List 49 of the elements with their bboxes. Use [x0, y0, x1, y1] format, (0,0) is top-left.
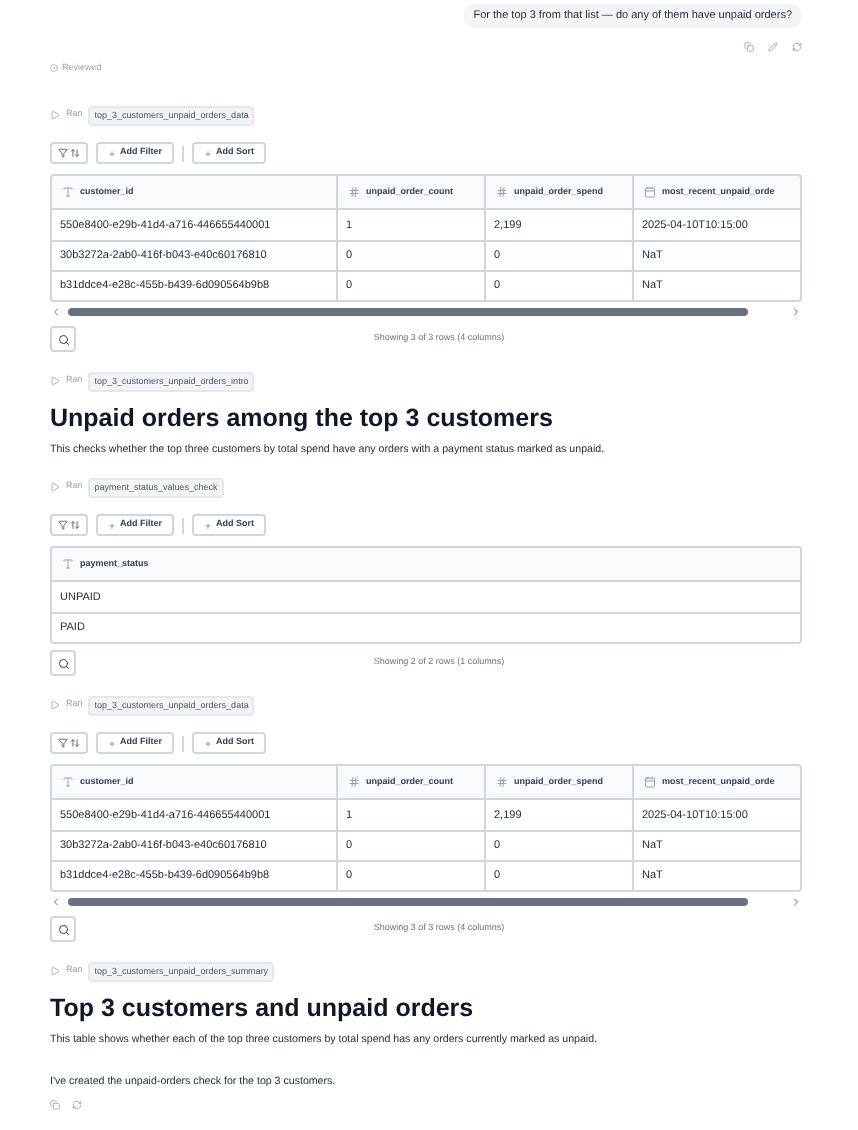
horizontal-scrollbar[interactable] [68, 307, 748, 316]
play-icon [50, 376, 60, 387]
plus-icon [108, 149, 116, 158]
refresh-icon[interactable] [72, 1100, 82, 1111]
plus-icon [108, 521, 116, 530]
search-button[interactable] [50, 650, 76, 677]
filter-sort-button[interactable] [50, 514, 88, 537]
search-icon [57, 923, 69, 936]
play-icon [50, 482, 60, 493]
search-icon [57, 657, 69, 670]
text-type-icon [62, 776, 74, 789]
hash-icon [348, 776, 360, 789]
edit-icon[interactable] [768, 41, 778, 52]
search-button[interactable] [50, 326, 76, 353]
filter-icon [58, 738, 68, 749]
search-button[interactable] [50, 916, 76, 943]
plus-icon [204, 739, 212, 748]
play-icon [50, 700, 60, 711]
refresh-icon[interactable] [792, 41, 802, 52]
section-heading: Top 3 customers and unpaid orders [50, 992, 476, 1025]
play-icon [50, 966, 60, 977]
filter-sort-button[interactable] [50, 732, 88, 755]
scroll-left-icon[interactable] [50, 305, 62, 318]
sort-icon [70, 148, 80, 159]
text-type-icon [62, 558, 74, 571]
plus-icon [204, 521, 212, 530]
filter-icon [58, 520, 68, 531]
plus-icon [108, 739, 116, 748]
search-icon [57, 333, 69, 346]
copy-icon[interactable] [50, 1100, 60, 1111]
sort-icon [70, 738, 80, 749]
scroll-left-icon[interactable] [50, 895, 62, 908]
filter-sort-button[interactable] [50, 142, 88, 165]
plus-icon [204, 149, 212, 158]
hash-icon [496, 776, 508, 789]
horizontal-scrollbar[interactable] [68, 897, 748, 906]
hash-icon [496, 186, 508, 199]
status-dot-icon [50, 64, 58, 73]
copy-icon[interactable] [744, 41, 754, 52]
scroll-right-icon[interactable] [790, 895, 802, 908]
hash-icon [348, 186, 360, 199]
calendar-icon [644, 776, 656, 789]
calendar-icon [644, 186, 656, 199]
text-type-icon [62, 186, 74, 199]
section-heading: Unpaid orders among the top 3 customers [50, 402, 555, 435]
filter-icon [58, 148, 68, 159]
play-icon [50, 110, 60, 121]
scroll-right-icon[interactable] [790, 305, 802, 318]
sort-icon [70, 520, 80, 531]
